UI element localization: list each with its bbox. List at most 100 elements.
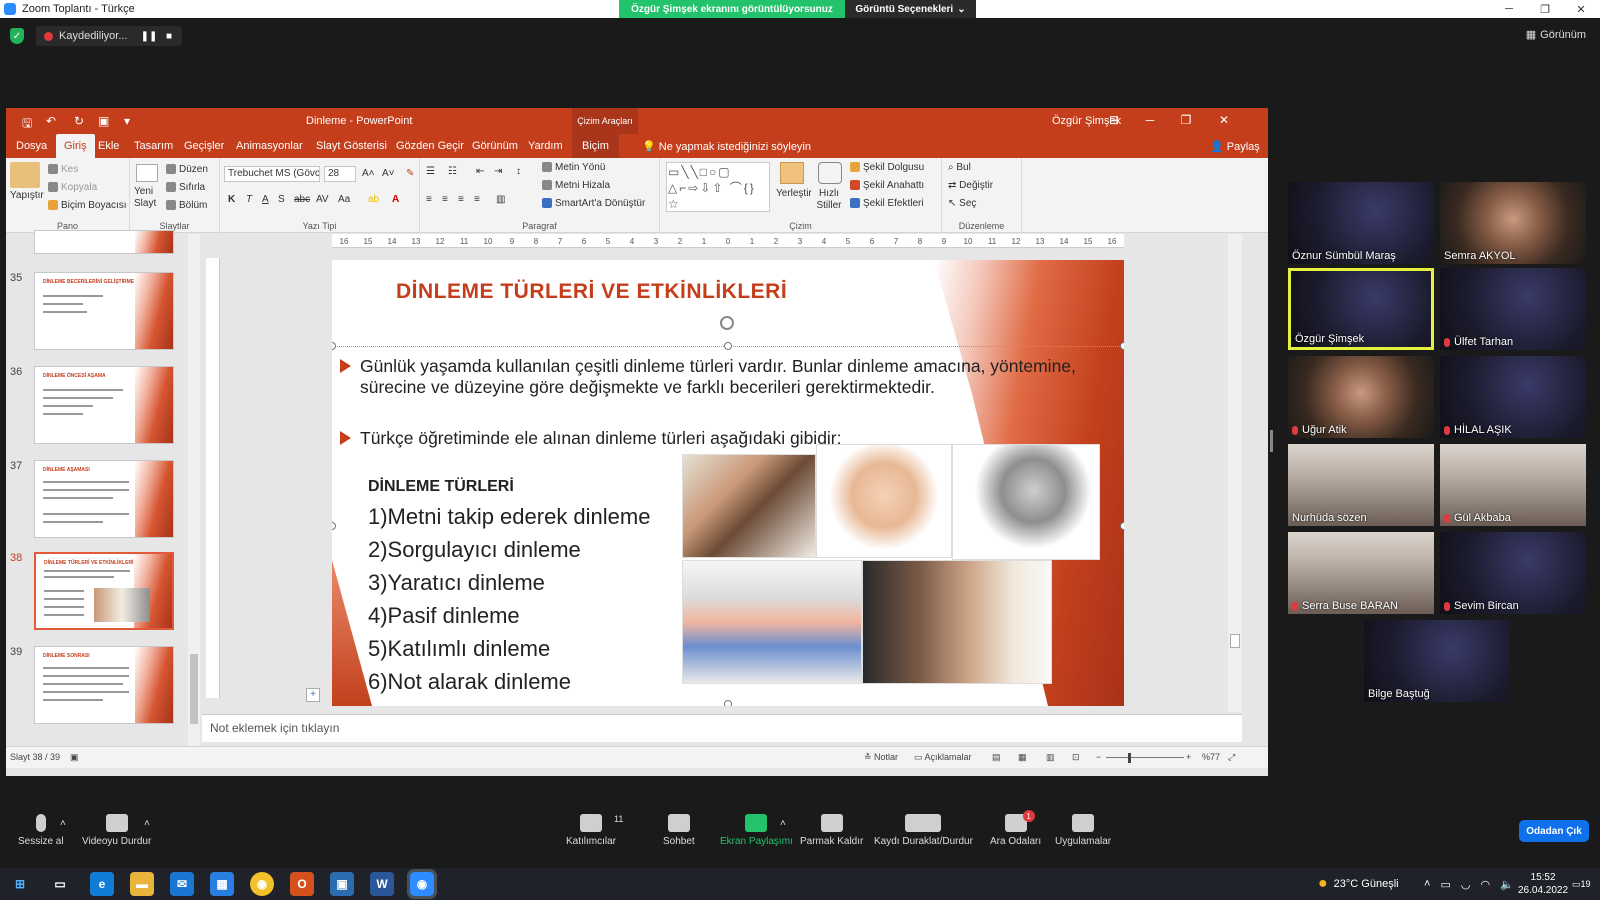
resize-handle[interactable] [724,342,732,350]
participant-tile[interactable]: Uğur Atik [1288,356,1434,438]
customize-qat-icon[interactable]: ▾ [124,114,130,128]
leave-room-button[interactable]: Odadan Çık [1519,820,1589,842]
mute-button[interactable]: Sessize al [18,814,64,847]
photo-man-listening[interactable] [952,444,1100,560]
shape-outline-button[interactable]: Şekil Anahattı [850,180,924,191]
save-icon[interactable]: 🖫 [22,114,32,135]
zoom-taskbar-icon[interactable]: ◉ [407,869,437,899]
slide-scroll-thumb[interactable] [1230,634,1240,648]
tab-animations[interactable]: Animasyonlar [236,134,303,158]
ppt-restore-icon[interactable]: ❐ [1176,113,1196,127]
resize-handle[interactable] [332,342,336,350]
participants-button[interactable]: Katılımcılar 11 [566,814,623,847]
line-spacing-icon[interactable]: ↕ [516,166,521,177]
weather-widget[interactable]: ● 23°C Güneşli [1318,868,1399,900]
participant-tile[interactable]: Gül Akbaba [1440,444,1586,526]
clock[interactable]: 15:52 26.04.2022 [1518,868,1568,900]
zoom-in-icon[interactable]: + [1186,752,1191,762]
ppt-close-icon[interactable]: ✕ [1214,113,1234,127]
tab-help[interactable]: Yardım [528,134,563,158]
quick-styles-icon[interactable] [818,162,842,184]
slide-scrollbar[interactable] [1228,234,1242,712]
edge-icon[interactable]: e [90,872,114,896]
video-options-icon[interactable]: ˄ [144,818,150,829]
notifications-button[interactable]: ▭ 19 [1572,868,1591,900]
italic-icon[interactable]: T [246,194,252,205]
task-view-icon[interactable]: ▭ [48,872,72,896]
photo-classroom[interactable] [682,560,862,684]
participant-tile[interactable]: Bilge Baştuğ [1364,620,1510,702]
thumbnail-35[interactable]: DİNLEME BECERİLERİNİ GELİŞTİRME [34,272,174,350]
align-text-button[interactable]: Metni Hizala [542,180,610,191]
breakout-rooms-button[interactable]: 1 Ara Odaları [990,810,1041,847]
font-color-icon[interactable]: A [392,194,399,205]
notes-pane[interactable]: Not eklemek için tıklayın [202,714,1242,742]
resize-handle[interactable] [1120,342,1124,350]
office-icon[interactable]: O [290,872,314,896]
align-right-icon[interactable]: ≡ [458,194,464,205]
slide-add-icon[interactable]: + [306,688,320,702]
case-icon[interactable]: Aa [338,194,350,205]
word-icon[interactable]: W [370,872,394,896]
clear-format-icon[interactable]: ✎ [406,168,414,179]
close-icon[interactable]: ✕ [1566,0,1596,18]
tab-review[interactable]: Gözden Geçir [396,134,464,158]
apps-button[interactable]: Uygulamalar [1055,814,1111,847]
slideshow-view-icon[interactable]: ⊡ [1072,752,1080,763]
windows-start-icon[interactable]: ⊞ [8,872,32,896]
comments-toggle[interactable]: ▭ Açıklamalar [914,752,972,763]
paste-icon[interactable] [10,162,40,188]
layout-button[interactable]: Düzen [166,164,208,175]
quick-styles-button[interactable]: Hızlı Stiller [812,188,846,212]
rotate-handle-icon[interactable] [720,316,734,330]
redo-icon[interactable]: ↻ [74,114,84,128]
view-options-button[interactable]: Görüntü Seçenekleri ⌄ [845,0,976,18]
tab-slideshow[interactable]: Slayt Gösterisi [316,134,387,158]
arrange-icon[interactable] [780,162,804,184]
select-button[interactable]: ↖ Seç [948,198,976,209]
reset-button[interactable]: Sıfırla [166,182,205,193]
justify-icon[interactable]: ≡ [474,194,480,205]
resize-handle[interactable] [1120,522,1124,530]
battery-icon[interactable]: ▭ [1440,878,1450,891]
mute-options-icon[interactable]: ˄ [60,818,66,829]
participant-tile[interactable]: HİLAL AŞIK [1440,356,1586,438]
zoom-slider-thumb[interactable] [1128,753,1131,763]
raise-hand-button[interactable]: Parmak Kaldır [800,814,863,847]
cut-button[interactable]: Kes [48,164,78,175]
photo-students-writing[interactable] [862,560,1052,684]
shrink-font-icon[interactable]: A˅ [382,168,395,179]
chevron-up-icon[interactable]: ˄ [1424,878,1430,890]
replace-button[interactable]: ⇄ Değiştir [948,180,993,191]
notes-toggle[interactable]: ≛ Notlar [864,752,898,763]
participant-tile[interactable]: Öznur Sümbül Maraş [1288,182,1434,264]
strike-icon[interactable]: abc [294,194,310,205]
slide-canvas[interactable]: DİNLEME TÜRLERİ VE ETKİNLİKLERİ Günlük y… [332,260,1124,706]
tell-me-box[interactable]: 💡 Ne yapmak istediğinizi söyleyin [642,140,811,153]
shapes-gallery[interactable]: ▭╲╲□○▢ △⌐⇨⇩⇧ ⌒{}☆ [666,162,770,212]
resize-handle[interactable] [332,522,336,530]
format-painter-button[interactable]: Biçim Boyacısı [48,200,127,211]
tab-insert[interactable]: Ekle [98,134,119,158]
share-button[interactable]: 👤 Paylaş [1210,140,1260,153]
share-options-icon[interactable]: ˄ [780,818,786,829]
align-left-icon[interactable]: ≡ [426,194,432,205]
minimize-icon[interactable]: ─ [1494,0,1524,18]
participant-tile[interactable]: Sevim Bircan [1440,532,1586,614]
pause-recording-icon[interactable]: ❚❚ [141,30,158,42]
slide-bullet-1[interactable]: Günlük yaşamda kullanılan çeşitli dinlem… [340,356,1080,398]
present-icon[interactable]: ▣ [98,114,109,128]
photo-listening-group[interactable] [682,454,816,558]
normal-view-icon[interactable]: ▤ [992,752,1001,763]
pause-record-button[interactable]: Kaydı Duraklat/Durdur [874,814,973,847]
stop-video-button[interactable]: Videoyu Durdur [82,814,151,847]
wifi-icon[interactable]: ◠ [1480,878,1490,891]
vertical-ruler[interactable] [206,258,220,698]
new-slide-icon[interactable] [136,164,158,182]
zoom-out-icon[interactable]: − [1096,752,1101,762]
ribbon-display-icon[interactable]: ⊟ [1104,113,1124,127]
participant-tile[interactable]: Ülfet Tarhan [1440,268,1586,350]
arrange-button[interactable]: Yerleştir [776,188,812,199]
store-icon[interactable]: ▦ [210,872,234,896]
accessibility-icon[interactable]: ▣ [70,752,79,763]
